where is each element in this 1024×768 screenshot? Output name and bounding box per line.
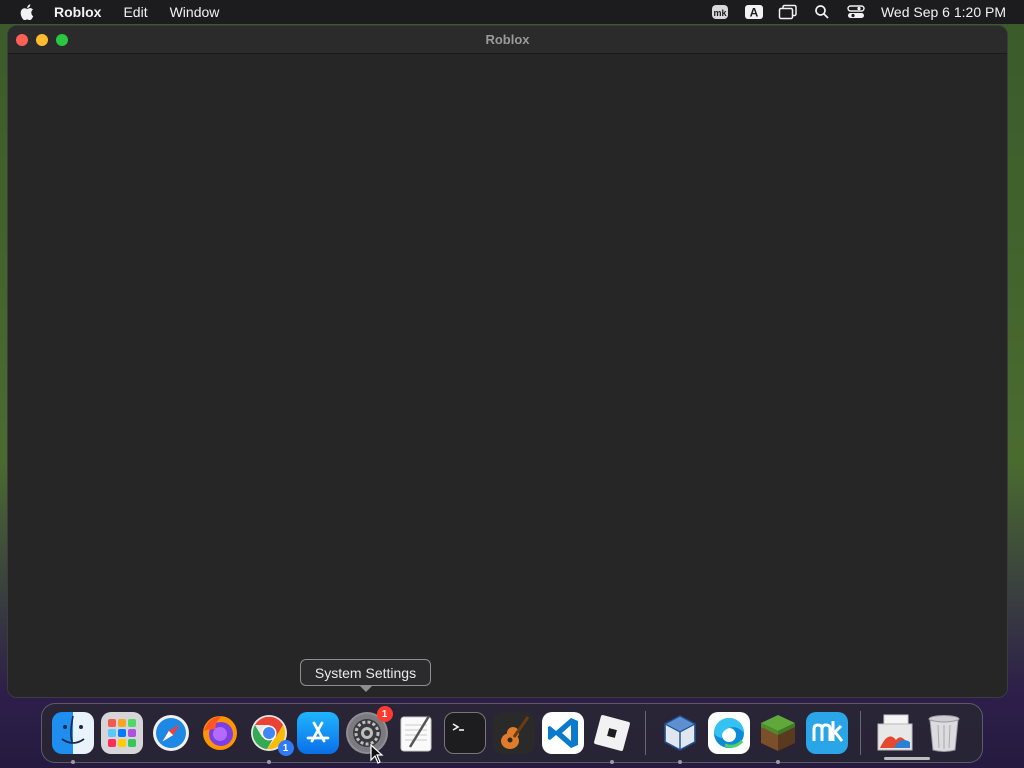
input-source-label: A (750, 6, 759, 20)
chrome-icon[interactable]: 1 (248, 712, 294, 764)
input-source-icon[interactable]: A (737, 0, 771, 24)
finder-icon[interactable] (51, 712, 94, 764)
menu-bar: Roblox Edit Window mk A Wed Sep 6 1:20 P… (0, 0, 1024, 24)
spotlight-search-icon[interactable] (805, 0, 839, 24)
display-mirror-icon[interactable] (771, 0, 805, 24)
control-center-icon[interactable] (839, 0, 873, 24)
menu-window[interactable]: Window (159, 0, 231, 24)
dock-separator-2 (860, 711, 861, 755)
edge-icon[interactable] (707, 712, 750, 754)
safari-icon[interactable] (150, 712, 192, 754)
window-content[interactable] (8, 55, 1007, 697)
launchpad-icon[interactable] (100, 712, 143, 754)
window-title: Roblox (485, 32, 530, 47)
firefox-icon[interactable] (199, 712, 241, 754)
dock-scroll-indicator (884, 757, 930, 760)
app-store-icon[interactable] (296, 712, 339, 754)
menu-edit[interactable]: Edit (112, 0, 158, 24)
dock-tooltip: System Settings (300, 659, 431, 692)
window-titlebar[interactable]: Roblox (8, 26, 1007, 54)
virtualbox-icon[interactable] (659, 712, 701, 764)
textedit-icon[interactable] (395, 712, 437, 754)
menu-app-name[interactable]: Roblox (54, 0, 112, 24)
menu-clock[interactable]: Wed Sep 6 1:20 PM (873, 4, 1024, 20)
window-close-button[interactable] (16, 34, 28, 46)
roblox-icon[interactable] (591, 712, 633, 764)
garageband-icon[interactable] (492, 712, 535, 754)
mk-icon[interactable] (805, 712, 848, 754)
chrome-download-badge: 1 (277, 740, 294, 756)
window-zoom-button[interactable] (56, 34, 68, 46)
mk-label: mk (713, 8, 727, 18)
minecraft-icon[interactable] (757, 712, 799, 764)
mk-app-icon[interactable]: mk (703, 0, 737, 24)
roblox-window: Roblox (7, 25, 1008, 698)
window-minimize-button[interactable] (36, 34, 48, 46)
apple-menu-icon[interactable] (0, 4, 54, 20)
vscode-icon[interactable] (541, 712, 584, 754)
trash-icon[interactable] (923, 712, 965, 754)
dock-separator (645, 711, 646, 755)
dock: 1 1 (41, 703, 983, 764)
system-settings-badge: 1 (376, 706, 393, 722)
downloads-stack-icon[interactable] (874, 712, 916, 754)
mouse-cursor-icon (370, 743, 384, 768)
terminal-icon[interactable] (443, 712, 486, 754)
